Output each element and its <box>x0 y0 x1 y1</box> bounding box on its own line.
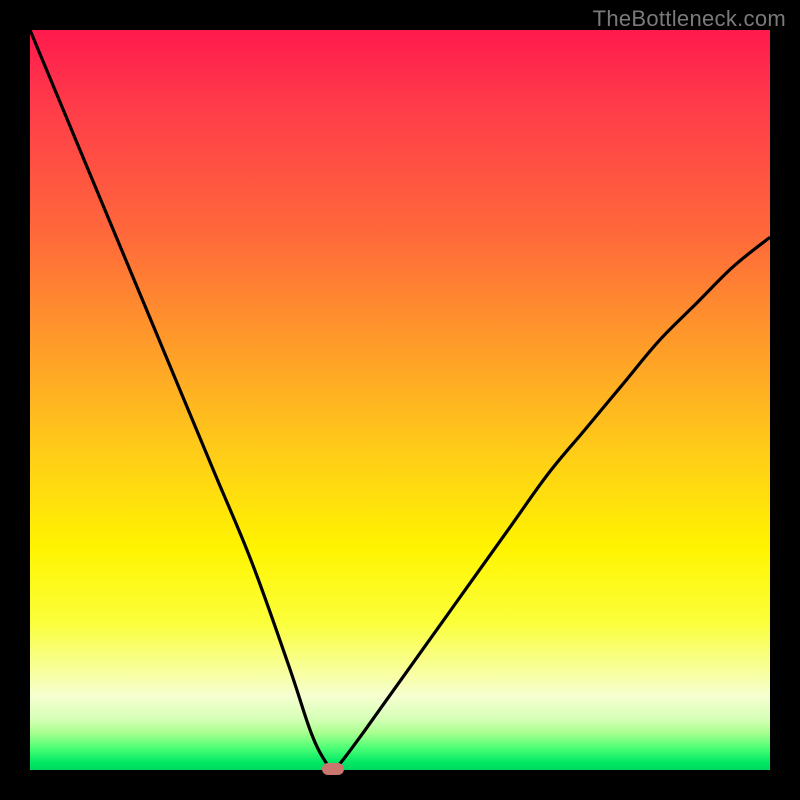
chart-frame: TheBottleneck.com <box>0 0 800 800</box>
plot-area <box>30 30 770 770</box>
curve-path <box>30 30 770 769</box>
watermark-text: TheBottleneck.com <box>593 6 786 32</box>
minimum-marker <box>322 763 344 775</box>
bottleneck-curve <box>30 30 770 770</box>
